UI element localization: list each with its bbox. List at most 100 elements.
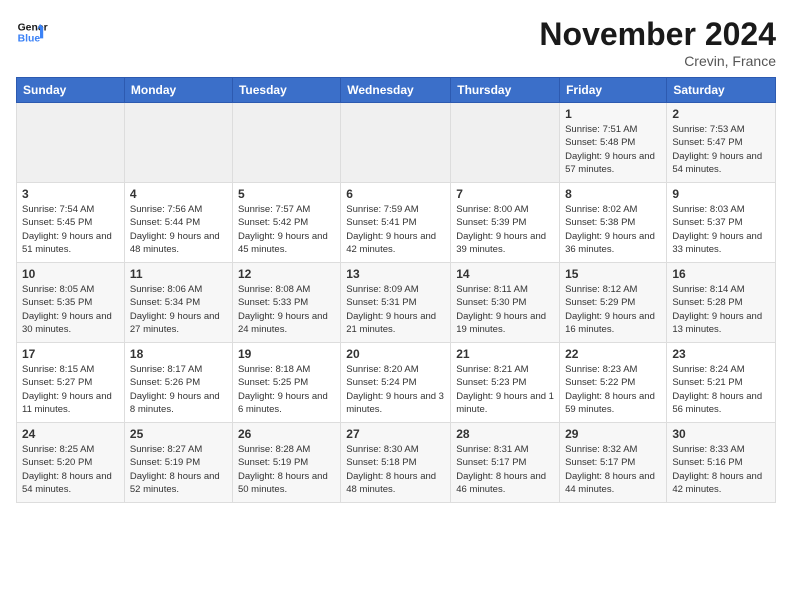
table-cell: 22 Sunrise: 8:23 AM Sunset: 5:22 PM Dayli…	[560, 343, 667, 423]
day-number: 17	[22, 347, 119, 361]
calendar: Sunday Monday Tuesday Wednesday Thursday…	[16, 77, 776, 503]
table-cell	[451, 103, 560, 183]
day-info: Sunrise: 8:17 AM Sunset: 5:26 PM Dayligh…	[130, 363, 227, 416]
day-info: Sunrise: 8:12 AM Sunset: 5:29 PM Dayligh…	[565, 283, 661, 336]
table-cell: 27 Sunrise: 8:30 AM Sunset: 5:18 PM Dayli…	[341, 423, 451, 503]
day-number: 7	[456, 187, 554, 201]
table-cell	[341, 103, 451, 183]
table-cell: 23 Sunrise: 8:24 AM Sunset: 5:21 PM Dayli…	[667, 343, 776, 423]
day-info: Sunrise: 8:27 AM Sunset: 5:19 PM Dayligh…	[130, 443, 227, 496]
day-number: 8	[565, 187, 661, 201]
table-cell: 25 Sunrise: 8:27 AM Sunset: 5:19 PM Dayli…	[124, 423, 232, 503]
day-info: Sunrise: 7:54 AM Sunset: 5:45 PM Dayligh…	[22, 203, 119, 256]
header-saturday: Saturday	[667, 78, 776, 103]
location: Crevin, France	[539, 53, 776, 69]
header-thursday: Thursday	[451, 78, 560, 103]
header-wednesday: Wednesday	[341, 78, 451, 103]
day-info: Sunrise: 8:23 AM Sunset: 5:22 PM Dayligh…	[565, 363, 661, 416]
table-cell: 21 Sunrise: 8:21 AM Sunset: 5:23 PM Dayli…	[451, 343, 560, 423]
calendar-header-row: Sunday Monday Tuesday Wednesday Thursday…	[17, 78, 776, 103]
day-number: 6	[346, 187, 445, 201]
table-cell: 11 Sunrise: 8:06 AM Sunset: 5:34 PM Dayli…	[124, 263, 232, 343]
day-info: Sunrise: 8:02 AM Sunset: 5:38 PM Dayligh…	[565, 203, 661, 256]
day-number: 12	[238, 267, 335, 281]
table-cell: 3 Sunrise: 7:54 AM Sunset: 5:45 PM Daylig…	[17, 183, 125, 263]
table-cell: 8 Sunrise: 8:02 AM Sunset: 5:38 PM Daylig…	[560, 183, 667, 263]
day-number: 20	[346, 347, 445, 361]
day-number: 22	[565, 347, 661, 361]
table-cell: 5Sunrise: 7:57 AM Sunset: 5:42 PM Daylig…	[232, 183, 340, 263]
day-info: Sunrise: 8:03 AM Sunset: 5:37 PM Dayligh…	[672, 203, 770, 256]
day-info: Sunrise: 8:31 AM Sunset: 5:17 PM Dayligh…	[456, 443, 554, 496]
day-info: Sunrise: 8:00 AM Sunset: 5:39 PM Dayligh…	[456, 203, 554, 256]
day-info: Sunrise: 8:33 AM Sunset: 5:16 PM Dayligh…	[672, 443, 770, 496]
day-number: 11	[130, 267, 227, 281]
day-number: 24	[22, 427, 119, 441]
table-cell: 28 Sunrise: 8:31 AM Sunset: 5:17 PM Dayli…	[451, 423, 560, 503]
logo: General Blue	[16, 16, 48, 48]
table-cell: 2 Sunrise: 7:53 AM Sunset: 5:47 PM Daylig…	[667, 103, 776, 183]
table-cell: 6Sunrise: 7:59 AM Sunset: 5:41 PM Daylig…	[341, 183, 451, 263]
day-number: 1	[565, 107, 661, 121]
day-number: 27	[346, 427, 445, 441]
day-info: Sunrise: 8:30 AM Sunset: 5:18 PM Dayligh…	[346, 443, 445, 496]
table-cell: 14Sunrise: 8:11 AM Sunset: 5:30 PM Dayli…	[451, 263, 560, 343]
table-cell: 20 Sunrise: 8:20 AM Sunset: 5:24 PM Dayli…	[341, 343, 451, 423]
table-cell: 9 Sunrise: 8:03 AM Sunset: 5:37 PM Daylig…	[667, 183, 776, 263]
day-info: Sunrise: 8:14 AM Sunset: 5:28 PM Dayligh…	[672, 283, 770, 336]
day-info: Sunrise: 8:15 AM Sunset: 5:27 PM Dayligh…	[22, 363, 119, 416]
day-info: Sunrise: 7:53 AM Sunset: 5:47 PM Dayligh…	[672, 123, 770, 176]
day-number: 4	[130, 187, 227, 201]
day-number: 23	[672, 347, 770, 361]
day-number: 16	[672, 267, 770, 281]
week-row-5: 24 Sunrise: 8:25 AM Sunset: 5:20 PM Dayli…	[17, 423, 776, 503]
day-info: Sunrise: 8:28 AM Sunset: 5:19 PM Dayligh…	[238, 443, 335, 496]
table-cell	[232, 103, 340, 183]
day-number: 9	[672, 187, 770, 201]
svg-text:Blue: Blue	[18, 34, 41, 45]
day-number: 10	[22, 267, 119, 281]
table-cell: 17 Sunrise: 8:15 AM Sunset: 5:27 PM Dayli…	[17, 343, 125, 423]
logo-icon: General Blue	[16, 16, 48, 48]
day-number: 26	[238, 427, 335, 441]
table-cell: 24 Sunrise: 8:25 AM Sunset: 5:20 PM Dayli…	[17, 423, 125, 503]
table-cell: 30 Sunrise: 8:33 AM Sunset: 5:16 PM Dayli…	[667, 423, 776, 503]
day-number: 19	[238, 347, 335, 361]
day-number: 15	[565, 267, 661, 281]
day-info: Sunrise: 8:25 AM Sunset: 5:20 PM Dayligh…	[22, 443, 119, 496]
header-monday: Monday	[124, 78, 232, 103]
table-cell	[17, 103, 125, 183]
table-cell: 4 Sunrise: 7:56 AM Sunset: 5:44 PM Daylig…	[124, 183, 232, 263]
table-cell: 29Sunrise: 8:32 AM Sunset: 5:17 PM Dayli…	[560, 423, 667, 503]
header-tuesday: Tuesday	[232, 78, 340, 103]
table-cell: 7 Sunrise: 8:00 AM Sunset: 5:39 PM Daylig…	[451, 183, 560, 263]
day-number: 5	[238, 187, 335, 201]
day-info: Sunrise: 8:20 AM Sunset: 5:24 PM Dayligh…	[346, 363, 445, 416]
day-info: Sunrise: 8:06 AM Sunset: 5:34 PM Dayligh…	[130, 283, 227, 336]
day-number: 30	[672, 427, 770, 441]
day-number: 3	[22, 187, 119, 201]
table-cell: 15 Sunrise: 8:12 AM Sunset: 5:29 PM Dayli…	[560, 263, 667, 343]
day-info: Sunrise: 8:24 AM Sunset: 5:21 PM Dayligh…	[672, 363, 770, 416]
title-section: November 2024 Crevin, France	[539, 16, 776, 69]
week-row-3: 10 Sunrise: 8:05 AM Sunset: 5:35 PM Dayli…	[17, 263, 776, 343]
day-number: 21	[456, 347, 554, 361]
day-number: 13	[346, 267, 445, 281]
header-sunday: Sunday	[17, 78, 125, 103]
svg-text:General: General	[18, 22, 48, 33]
page: General Blue November 2024 Crevin, Franc…	[0, 0, 792, 511]
day-number: 28	[456, 427, 554, 441]
table-cell: 1Sunrise: 7:51 AM Sunset: 5:48 PM Daylig…	[560, 103, 667, 183]
table-cell	[124, 103, 232, 183]
day-info: Sunrise: 8:05 AM Sunset: 5:35 PM Dayligh…	[22, 283, 119, 336]
header-friday: Friday	[560, 78, 667, 103]
table-cell: 12Sunrise: 8:08 AM Sunset: 5:33 PM Dayli…	[232, 263, 340, 343]
month-title: November 2024	[539, 16, 776, 53]
day-number: 2	[672, 107, 770, 121]
table-cell: 18Sunrise: 8:17 AM Sunset: 5:26 PM Dayli…	[124, 343, 232, 423]
day-info: Sunrise: 8:21 AM Sunset: 5:23 PM Dayligh…	[456, 363, 554, 416]
day-number: 25	[130, 427, 227, 441]
table-cell: 26 Sunrise: 8:28 AM Sunset: 5:19 PM Dayli…	[232, 423, 340, 503]
day-info: Sunrise: 7:56 AM Sunset: 5:44 PM Dayligh…	[130, 203, 227, 256]
day-info: Sunrise: 8:32 AM Sunset: 5:17 PM Dayligh…	[565, 443, 661, 496]
